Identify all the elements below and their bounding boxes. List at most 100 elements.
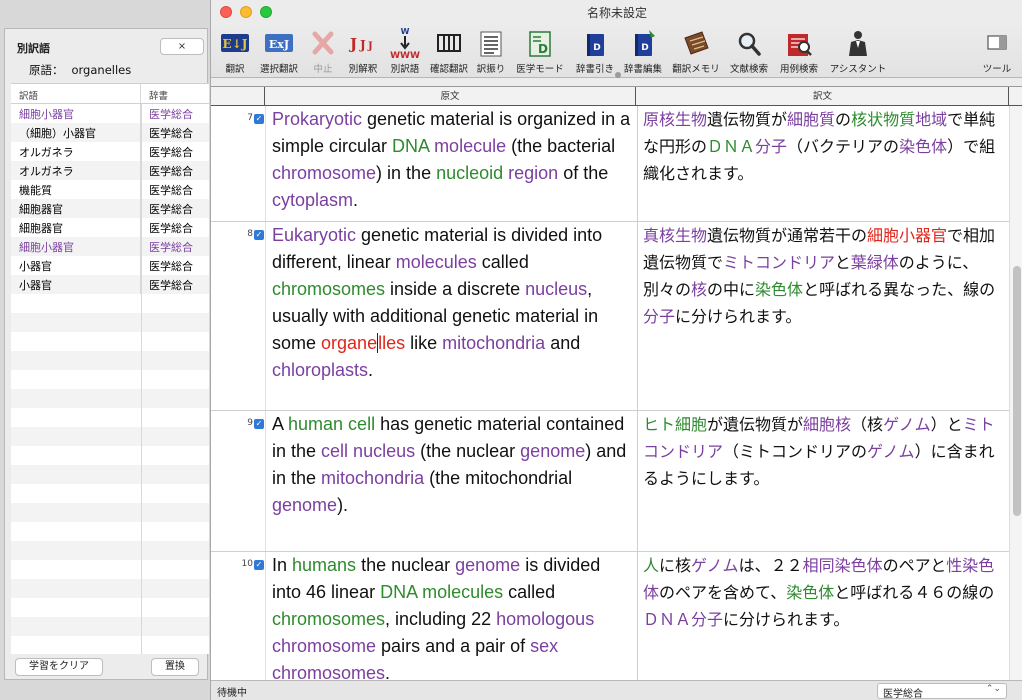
term-segment[interactable]: ＤＮＡ bbox=[707, 137, 755, 156]
term-segment[interactable]: ゲノム bbox=[883, 415, 931, 434]
sentence-row[interactable]: 9 ✓ A human cell has genetic material cont… bbox=[211, 411, 1009, 552]
target-text[interactable]: 原核生物遺伝物質が細胞質の核状物質地域で単純な円形のＤＮＡ分子（バクテリアの染色… bbox=[643, 106, 1007, 187]
target-text[interactable]: ヒト細胞が遺伝物質が細胞核（核ゲノム）とミトコンドリア（ミトコンドリアのゲノム）… bbox=[643, 411, 1007, 492]
alt-interpretation-button[interactable]: J J J 別解釈 bbox=[345, 26, 381, 75]
dictionary-select[interactable]: 医学総合 ⌃⌄ bbox=[877, 683, 1007, 700]
term-segment[interactable]: mitochondria bbox=[442, 333, 545, 353]
term-segment[interactable]: molecule bbox=[434, 136, 506, 156]
term-segment[interactable]: ゲノム bbox=[867, 442, 915, 461]
interlinear-button[interactable]: 訳振り bbox=[473, 26, 509, 75]
toolbar-resize-handle[interactable] bbox=[615, 72, 621, 78]
sentence-checkbox[interactable]: ✓ bbox=[254, 419, 264, 429]
term-segment[interactable]: 分子 bbox=[643, 307, 675, 326]
term-segment[interactable]: 染色体 bbox=[786, 583, 834, 602]
translation-memory-button[interactable]: 翻訳メモリ bbox=[669, 26, 723, 75]
alt-word-row[interactable]: 小器官 医学総合 bbox=[11, 275, 209, 294]
term-segment[interactable]: Eukaryotic bbox=[272, 225, 356, 245]
term-segment[interactable]: ヒト細胞 bbox=[643, 415, 707, 434]
dictionary-lookup-button[interactable]: D 辞書引き bbox=[573, 26, 617, 75]
assistant-button[interactable]: アシスタント bbox=[827, 26, 889, 75]
term-segment[interactable]: molecules bbox=[396, 252, 477, 272]
term-segment[interactable]: ＤＮＡ分子 bbox=[643, 610, 723, 629]
alt-word-row[interactable]: 細胞器官 医学総合 bbox=[11, 218, 209, 237]
scrollbar-thumb[interactable] bbox=[1013, 266, 1021, 516]
alt-word-row[interactable]: オルガネラ 医学総合 bbox=[11, 142, 209, 161]
term-segment[interactable]: 真核生物 bbox=[643, 226, 707, 245]
term-segment[interactable]: DNA bbox=[392, 136, 429, 156]
term-segment[interactable]: 細胞小器官 bbox=[867, 226, 947, 245]
stop-button[interactable]: 中止 bbox=[307, 26, 339, 75]
sentence-row[interactable]: 7 ✓ Prokaryotic genetic material is organi… bbox=[211, 106, 1009, 222]
term-segment[interactable]: 細胞核 bbox=[803, 415, 851, 434]
close-panel-button[interactable]: × bbox=[160, 38, 204, 55]
sentence-checkbox[interactable]: ✓ bbox=[254, 230, 264, 240]
term-segment[interactable]: mitochondria bbox=[321, 468, 424, 488]
term-segment[interactable]: cell nucleus bbox=[321, 441, 415, 461]
term-segment[interactable]: 葉緑体 bbox=[851, 253, 899, 272]
tools-button[interactable]: ツール bbox=[979, 26, 1015, 75]
source-text[interactable]: A human cell has genetic material contai… bbox=[272, 411, 634, 519]
dictionary-edit-button[interactable]: D 辞書編集 bbox=[621, 26, 665, 75]
term-segment[interactable]: humans bbox=[292, 555, 356, 575]
term-segment[interactable]: genome bbox=[272, 495, 337, 515]
term-segment[interactable]: nucleoid bbox=[436, 163, 503, 183]
alternative-words-button[interactable]: W WWW 別訳語 bbox=[385, 26, 425, 75]
source-text[interactable]: In humans the nuclear genome is divided … bbox=[272, 552, 634, 681]
term-segment[interactable]: ミトコンドリア bbox=[723, 253, 835, 272]
source-column-header[interactable]: 原文 bbox=[265, 87, 636, 106]
term-segment[interactable]: 地域 bbox=[915, 110, 947, 129]
clear-learning-button[interactable]: 学習をクリア bbox=[15, 658, 103, 676]
term-segment[interactable]: chromosomes bbox=[272, 279, 385, 299]
target-column-header[interactable]: 訳文 bbox=[637, 87, 1009, 106]
term-segment[interactable]: nucleus bbox=[525, 279, 587, 299]
term-segment[interactable]: chromosome bbox=[272, 163, 376, 183]
term-segment[interactable]: genome bbox=[520, 441, 585, 461]
term-segment[interactable]: ゲノム bbox=[691, 556, 739, 575]
term-segment[interactable]: lles bbox=[378, 333, 405, 353]
alt-word-row[interactable]: 細胞器官 医学総合 bbox=[11, 199, 209, 218]
alt-word-row[interactable]: （細胞）小器官 医学総合 bbox=[11, 123, 209, 142]
alt-word-row[interactable]: オルガネラ 医学総合 bbox=[11, 161, 209, 180]
term-segment[interactable]: 原核生物 bbox=[643, 110, 707, 129]
term-segment[interactable]: 細胞質 bbox=[787, 110, 835, 129]
alt-word-row[interactable]: 細胞小器官 医学総合 bbox=[11, 104, 209, 123]
alt-word-row[interactable]: 細胞小器官 医学総合 bbox=[11, 237, 209, 256]
source-text[interactable]: Prokaryotic genetic material is organize… bbox=[272, 106, 634, 214]
term-segment[interactable]: chromosomes bbox=[272, 609, 385, 629]
select-translate-button[interactable]: ExJ 選択翻訳 bbox=[257, 26, 301, 75]
vertical-scrollbar[interactable] bbox=[1009, 106, 1022, 681]
term-segment[interactable]: chromosomes bbox=[272, 663, 385, 681]
term-segment[interactable]: 核状物質 bbox=[851, 110, 915, 129]
medical-mode-button[interactable]: D 医学モード bbox=[513, 26, 567, 75]
replace-button[interactable]: 置換 bbox=[151, 658, 199, 676]
term-segment[interactable]: 染色体 bbox=[899, 137, 947, 156]
term-segment[interactable]: 核 bbox=[691, 280, 707, 299]
term-segment[interactable]: 分子 bbox=[755, 137, 787, 156]
alt-word-row[interactable]: 機能質 医学総合 bbox=[11, 180, 209, 199]
column-header-translation[interactable]: 訳語 bbox=[11, 84, 141, 103]
term-segment[interactable]: DNA molecules bbox=[380, 582, 503, 602]
sentence-row[interactable]: 8 ✓ Eukaryotic genetic material is divided… bbox=[211, 222, 1009, 411]
term-segment[interactable]: sex bbox=[530, 636, 558, 656]
literature-search-button[interactable]: 文献検索 bbox=[727, 26, 771, 75]
target-text[interactable]: 人に核ゲノムは、２２相同染色体のペアと性染色体のペアを含めて、染色体と呼ばれる４… bbox=[643, 552, 1007, 633]
translate-button[interactable]: E↓J 翻訳 bbox=[215, 26, 255, 75]
term-segment[interactable]: 染色体 bbox=[755, 280, 803, 299]
term-segment[interactable]: cytoplasm bbox=[272, 190, 353, 210]
term-segment[interactable]: organe bbox=[321, 333, 377, 353]
term-segment[interactable]: chloroplasts bbox=[272, 360, 368, 380]
target-text[interactable]: 真核生物遺伝物質が通常若干の細胞小器官で相加遺伝物質でミトコンドリアと葉緑体のよ… bbox=[643, 222, 1007, 330]
column-header-dictionary[interactable]: 辞書 bbox=[141, 84, 168, 103]
term-segment[interactable]: region bbox=[508, 163, 558, 183]
term-segment[interactable]: Prokaryotic bbox=[272, 109, 362, 129]
sentence-checkbox[interactable]: ✓ bbox=[254, 114, 264, 124]
source-text[interactable]: Eukaryotic genetic material is divided i… bbox=[272, 222, 634, 384]
term-segment[interactable]: human cell bbox=[288, 414, 375, 434]
alt-word-row[interactable]: 小器官 医学総合 bbox=[11, 256, 209, 275]
term-segment[interactable]: genome bbox=[455, 555, 520, 575]
sentence-checkbox[interactable]: ✓ bbox=[254, 560, 264, 570]
confirm-translate-button[interactable]: 確認翻訳 bbox=[427, 26, 471, 75]
example-search-button[interactable]: 用例検索 bbox=[777, 26, 821, 75]
term-segment[interactable]: 相同染色体 bbox=[803, 556, 883, 575]
term-segment[interactable]: 人 bbox=[643, 556, 659, 575]
